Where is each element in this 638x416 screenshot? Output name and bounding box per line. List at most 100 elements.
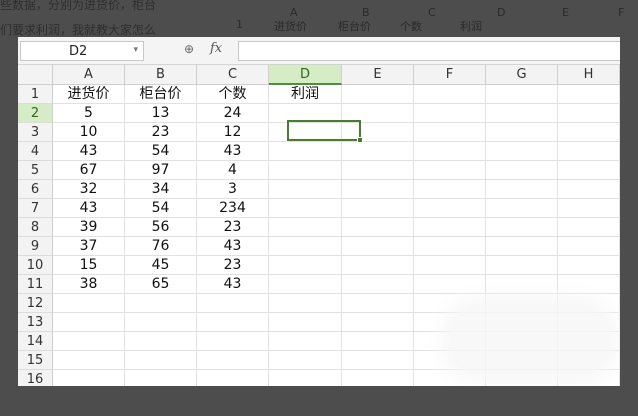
cell-c3[interactable]: 12 [197,123,269,142]
cell-a3[interactable]: 10 [53,123,125,142]
cell-a12[interactable] [53,294,125,313]
cell-d8[interactable] [269,218,342,237]
cell-b16[interactable] [125,370,197,386]
cell-g5[interactable] [486,161,558,180]
cell-b13[interactable] [125,313,197,332]
row-header[interactable]: 12 [18,294,53,313]
cell-d1[interactable]: 利润 [269,85,342,104]
cell-c1[interactable]: 个数 [197,85,269,104]
cell-g1[interactable] [486,85,558,104]
cell-g6[interactable] [486,180,558,199]
cell-f8[interactable] [414,218,486,237]
cell-d4[interactable] [269,142,342,161]
cell-e11[interactable] [342,275,414,294]
fill-handle[interactable] [357,137,363,143]
cell-h11[interactable] [558,275,620,294]
row-header[interactable]: 11 [18,275,53,294]
cell-f7[interactable] [414,199,486,218]
row-header[interactable]: 13 [18,313,53,332]
cell-c5[interactable]: 4 [197,161,269,180]
cell-e6[interactable] [342,180,414,199]
cell-g3[interactable] [486,123,558,142]
cell-e5[interactable] [342,161,414,180]
cell-b9[interactable]: 76 [125,237,197,256]
column-header-h[interactable]: H [558,65,620,85]
zoom-icon[interactable]: ⊕ [184,42,200,58]
cell-c11[interactable]: 43 [197,275,269,294]
cell-f11[interactable] [414,275,486,294]
cell-a7[interactable]: 43 [53,199,125,218]
cell-e8[interactable] [342,218,414,237]
cell-a8[interactable]: 39 [53,218,125,237]
cell-d13[interactable] [269,313,342,332]
cell-g10[interactable] [486,256,558,275]
cell-e15[interactable] [342,351,414,370]
cell-d12[interactable] [269,294,342,313]
cell-g11[interactable] [486,275,558,294]
cell-f2[interactable] [414,104,486,123]
column-header-c[interactable]: C [197,65,269,85]
cell-d16[interactable] [269,370,342,386]
cell-c16[interactable] [197,370,269,386]
cell-d10[interactable] [269,256,342,275]
cell-e7[interactable] [342,199,414,218]
cell-d2[interactable] [269,104,342,123]
cell-a10[interactable]: 15 [53,256,125,275]
cell-a15[interactable] [53,351,125,370]
cell-f4[interactable] [414,142,486,161]
cell-b3[interactable]: 23 [125,123,197,142]
cell-b1[interactable]: 柜台价 [125,85,197,104]
chevron-down-icon[interactable]: ▾ [133,45,138,55]
function-icon[interactable]: fx [210,41,222,56]
cell-c14[interactable] [197,332,269,351]
cell-d3[interactable] [269,123,342,142]
cell-h9[interactable] [558,237,620,256]
cell-e4[interactable] [342,142,414,161]
row-header[interactable]: 16 [18,370,53,386]
column-header-b[interactable]: B [125,65,197,85]
row-header[interactable]: 15 [18,351,53,370]
row-header[interactable]: 2 [18,104,53,123]
cell-e1[interactable] [342,85,414,104]
cell-e10[interactable] [342,256,414,275]
cell-g7[interactable] [486,199,558,218]
cell-h10[interactable] [558,256,620,275]
cell-b11[interactable]: 65 [125,275,197,294]
row-header[interactable]: 5 [18,161,53,180]
cell-h2[interactable] [558,104,620,123]
row-header[interactable]: 6 [18,180,53,199]
cell-c10[interactable]: 23 [197,256,269,275]
cell-b4[interactable]: 54 [125,142,197,161]
cell-a14[interactable] [53,332,125,351]
cell-f1[interactable] [414,85,486,104]
cell-f6[interactable] [414,180,486,199]
column-header-e[interactable]: E [342,65,414,85]
cell-c2[interactable]: 24 [197,104,269,123]
cell-b5[interactable]: 97 [125,161,197,180]
cell-b14[interactable] [125,332,197,351]
cell-b8[interactable]: 56 [125,218,197,237]
cell-d14[interactable] [269,332,342,351]
cell-e2[interactable] [342,104,414,123]
cell-h1[interactable] [558,85,620,104]
cell-c12[interactable] [197,294,269,313]
column-header-f[interactable]: F [414,65,486,85]
cell-h8[interactable] [558,218,620,237]
cell-b10[interactable]: 45 [125,256,197,275]
cell-b6[interactable]: 34 [125,180,197,199]
cell-e14[interactable] [342,332,414,351]
cell-d11[interactable] [269,275,342,294]
cell-a5[interactable]: 67 [53,161,125,180]
cell-c15[interactable] [197,351,269,370]
cell-d7[interactable] [269,199,342,218]
cell-e3[interactable] [342,123,414,142]
cell-g8[interactable] [486,218,558,237]
column-header-g[interactable]: G [486,65,558,85]
cell-d6[interactable] [269,180,342,199]
cell-d5[interactable] [269,161,342,180]
row-header[interactable]: 3 [18,123,53,142]
cell-c13[interactable] [197,313,269,332]
cell-e12[interactable] [342,294,414,313]
row-header[interactable]: 8 [18,218,53,237]
row-header[interactable]: 1 [18,85,53,104]
